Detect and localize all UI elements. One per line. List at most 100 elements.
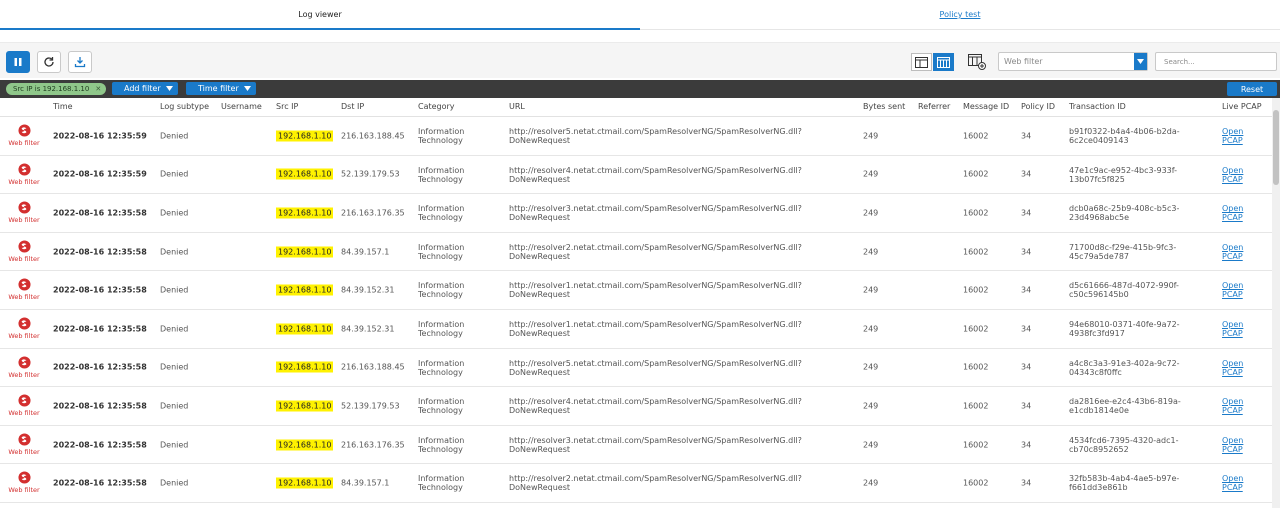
- cell-time: 2022-08-16 12:35:58: [53, 401, 147, 411]
- cell-message-id: 16002: [963, 169, 989, 179]
- pause-icon: [14, 58, 22, 66]
- download-button[interactable]: [68, 51, 92, 73]
- table-row[interactable]: Web filter 2022-08-16 12:35:59 Denied 192.1…: [0, 156, 1272, 195]
- active-filter-chip[interactable]: Src IP is 192.168.1.10 ✕: [6, 83, 107, 95]
- open-pcap-link[interactable]: Open PCAP: [1222, 474, 1243, 492]
- table-row[interactable]: Web filter 2022-08-16 12:35:58 Denied 192.1…: [0, 233, 1272, 272]
- vertical-scrollbar[interactable]: [1272, 98, 1280, 508]
- column-header-src-ip[interactable]: Src IP: [276, 102, 298, 111]
- table-row[interactable]: Web filter 2022-08-16 12:35:58 Denied 192.1…: [0, 464, 1272, 503]
- tab-policy-test[interactable]: Policy test: [640, 0, 1280, 29]
- grid-view-button[interactable]: [933, 53, 954, 71]
- cell-log-subtype: Denied: [160, 478, 189, 488]
- table-row[interactable]: Web filter 2022-08-16 12:35:59 Denied 192.1…: [0, 117, 1272, 156]
- cell-policy-id: 34: [1021, 324, 1032, 334]
- time-filter-button[interactable]: Time filter: [186, 82, 256, 95]
- column-header-live-pcap[interactable]: Live PCAP: [1222, 102, 1262, 111]
- web-filter-icon: [17, 124, 31, 137]
- cell-category: Information Technology: [418, 474, 464, 492]
- table-row[interactable]: Web filter 2022-08-16 12:35:58 Denied 192.1…: [0, 310, 1272, 349]
- pcap-line: Open: [1222, 204, 1244, 214]
- close-icon[interactable]: ✕: [95, 85, 101, 93]
- cell-category: Information Technology: [418, 436, 464, 454]
- cell-category: Information Technology: [418, 204, 464, 222]
- category-line: Technology: [418, 251, 463, 261]
- web-filter-icon: [17, 240, 31, 253]
- pcap-line: Open: [1222, 358, 1244, 368]
- open-pcap-link[interactable]: Open PCAP: [1222, 204, 1243, 222]
- cell-time: 2022-08-16 12:35:58: [53, 362, 147, 372]
- open-pcap-link[interactable]: Open PCAP: [1222, 436, 1243, 454]
- transaction-id-line: f661dd3e861b: [1069, 483, 1128, 493]
- reset-button[interactable]: Reset: [1227, 82, 1277, 96]
- web-filter-select[interactable]: Web filter: [998, 52, 1148, 71]
- table-row[interactable]: Web filter 2022-08-16 12:35:58 Denied 192.1…: [0, 271, 1272, 310]
- cell-category: Information Technology: [418, 359, 464, 377]
- web-filter-module: Web filter: [8, 471, 40, 494]
- column-header-bytes-sent[interactable]: Bytes sent: [863, 102, 905, 111]
- cell-dst-ip: 52.139.179.53: [341, 169, 400, 179]
- column-header-referrer[interactable]: Referrer: [918, 102, 950, 111]
- cell-time: 2022-08-16 12:35:59: [53, 169, 147, 179]
- cell-src-ip: 192.168.1.10: [276, 361, 334, 373]
- column-header-dst-ip[interactable]: Dst IP: [341, 102, 364, 111]
- column-header-message-id[interactable]: Message ID: [963, 102, 1009, 111]
- category-line: Information: [418, 127, 465, 136]
- category-line: Information: [418, 435, 465, 445]
- web-filter-value: Web filter: [1004, 57, 1043, 66]
- transaction-id-line: d5c61666-487d-4072-990f-: [1069, 281, 1179, 291]
- table-row[interactable]: Web filter 2022-08-16 12:35:58 Denied 192.1…: [0, 349, 1272, 388]
- url-line: DoNewRequest: [509, 174, 570, 184]
- cell-transaction-id: 47e1c9ac-e952-4bc3-933f- 13b07fc5f825: [1069, 166, 1177, 184]
- pcap-line: Open: [1222, 474, 1244, 484]
- cell-dst-ip: 216.163.176.35: [341, 208, 405, 218]
- cell-category: Information Technology: [418, 127, 464, 145]
- table-view-button[interactable]: [911, 53, 932, 71]
- open-pcap-link[interactable]: Open PCAP: [1222, 127, 1243, 145]
- cell-dst-ip: 216.163.188.45: [341, 362, 405, 372]
- column-settings-button[interactable]: [966, 53, 987, 71]
- cell-message-id: 16002: [963, 324, 989, 334]
- add-filter-button[interactable]: Add filter: [112, 82, 178, 95]
- column-header-log-subtype[interactable]: Log subtype: [160, 102, 209, 111]
- open-pcap-link[interactable]: Open PCAP: [1222, 281, 1243, 299]
- column-header-transaction-id[interactable]: Transaction ID: [1069, 102, 1126, 111]
- web-filter-icon: [17, 278, 31, 291]
- open-pcap-link[interactable]: Open PCAP: [1222, 243, 1243, 261]
- open-pcap-link[interactable]: Open PCAP: [1222, 359, 1243, 377]
- refresh-button[interactable]: [37, 51, 61, 73]
- cell-time: 2022-08-16 12:35:58: [53, 208, 147, 218]
- column-header-category[interactable]: Category: [418, 102, 455, 111]
- cell-policy-id: 34: [1021, 362, 1032, 372]
- grid-view-icon: [937, 56, 950, 68]
- web-filter-module: Web filter: [8, 278, 40, 301]
- toolbar: Web filter: [0, 42, 1280, 78]
- table-row[interactable]: Web filter 2022-08-16 12:35:58 Denied 192.1…: [0, 426, 1272, 465]
- scrollbar-thumb[interactable]: [1273, 110, 1279, 185]
- column-header-policy-id[interactable]: Policy ID: [1021, 102, 1055, 111]
- transaction-id-line: cb70c8952652: [1069, 444, 1129, 454]
- cell-url: http://resolver2.netat.ctmail.com/SpamRe…: [509, 243, 802, 261]
- tab-log-viewer[interactable]: Log viewer: [0, 0, 640, 30]
- column-header-time[interactable]: Time: [53, 102, 73, 111]
- category-line: Technology: [418, 290, 463, 300]
- column-header-url[interactable]: URL: [509, 102, 525, 111]
- open-pcap-link[interactable]: Open PCAP: [1222, 166, 1243, 184]
- refresh-icon: [44, 57, 54, 67]
- pcap-line: PCAP: [1222, 328, 1243, 338]
- column-header-username[interactable]: Username: [221, 102, 262, 111]
- search-input[interactable]: [1155, 52, 1277, 71]
- chevron-down-icon: [165, 86, 173, 91]
- table-row[interactable]: Web filter 2022-08-16 12:35:58 Denied 192.1…: [0, 387, 1272, 426]
- url-line: DoNewRequest: [509, 213, 570, 223]
- open-pcap-link[interactable]: Open PCAP: [1222, 397, 1243, 415]
- category-line: Information: [418, 474, 465, 484]
- cell-src-ip: 192.168.1.10: [276, 246, 334, 258]
- table-row[interactable]: Web filter 2022-08-16 12:35:58 Denied 192.1…: [0, 194, 1272, 233]
- open-pcap-link[interactable]: Open PCAP: [1222, 320, 1243, 338]
- pause-button[interactable]: [6, 51, 30, 73]
- web-filter-module: Web filter: [8, 433, 40, 456]
- web-filter-icon: [17, 356, 31, 369]
- pcap-line: PCAP: [1222, 174, 1243, 184]
- cell-message-id: 16002: [963, 362, 989, 372]
